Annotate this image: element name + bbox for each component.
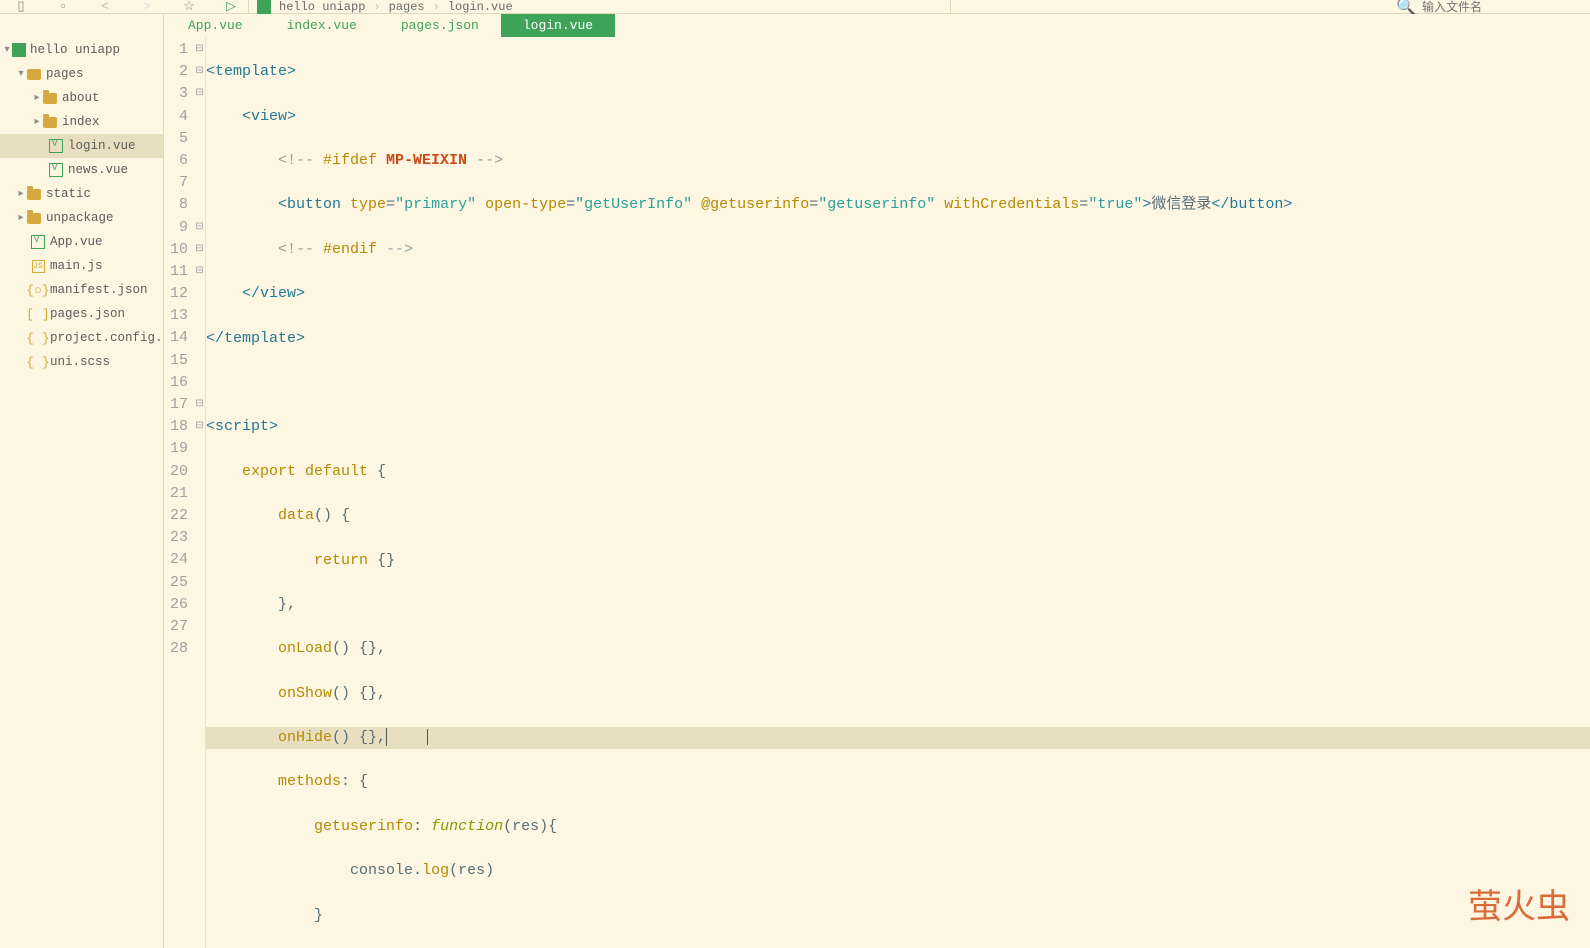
tree-file-login[interactable]: login.vue bbox=[0, 134, 163, 158]
tree-label: manifest.json bbox=[50, 283, 148, 297]
js-icon: JS bbox=[30, 258, 46, 274]
scss-icon: { } bbox=[30, 354, 46, 370]
tree-file-manifest[interactable]: {○} manifest.json bbox=[0, 278, 163, 302]
toolbar-icons: ▯ ▫ < > ☆ ▷ bbox=[8, 0, 240, 14]
folder-icon bbox=[26, 210, 42, 226]
tree-file-projectconfig[interactable]: { } project.config.json bbox=[0, 326, 163, 350]
tree-folder-static[interactable]: ▸ static bbox=[0, 182, 163, 206]
tree-label: project.config.json bbox=[50, 331, 164, 345]
search-input[interactable] bbox=[1422, 0, 1582, 14]
tree-root[interactable]: ▾ hello uniapp bbox=[0, 38, 163, 62]
chevron-right-icon: ▸ bbox=[16, 212, 26, 224]
chevron-down-icon: ▾ bbox=[2, 44, 12, 56]
tree-file-news[interactable]: news.vue bbox=[0, 158, 163, 182]
project-icon bbox=[12, 43, 26, 57]
tree-file-mainjs[interactable]: JS main.js bbox=[0, 254, 163, 278]
code-content[interactable]: <template> <view> <!-- #ifdef MP-WEIXIN … bbox=[206, 37, 1590, 948]
tab-indexvue[interactable]: index.vue bbox=[265, 14, 379, 37]
breadcrumb-item[interactable]: hello uniapp bbox=[279, 0, 365, 14]
tree-folder-pages[interactable]: ▾ pages bbox=[0, 62, 163, 86]
tabs: App.vue index.vue pages.json login.vue bbox=[164, 14, 1590, 37]
tab-loginvue[interactable]: login.vue bbox=[501, 14, 615, 37]
vue-icon bbox=[48, 162, 64, 178]
editor-area: App.vue index.vue pages.json login.vue 1… bbox=[164, 14, 1590, 948]
folder-icon bbox=[42, 90, 58, 106]
tree-file-pagesjson[interactable]: [ ] pages.json bbox=[0, 302, 163, 326]
tree-label: unpackage bbox=[46, 211, 114, 225]
tree-label: pages.json bbox=[50, 307, 125, 321]
tree-label: static bbox=[46, 187, 91, 201]
sidebar: ▾ hello uniapp ▾ pages ▸ about ▸ index l… bbox=[0, 14, 164, 948]
tab-appvue[interactable]: App.vue bbox=[166, 14, 265, 37]
tree-label: App.vue bbox=[50, 235, 103, 249]
watermark: 萤火虫 bbox=[1468, 879, 1570, 928]
breadcrumb[interactable]: hello uniapp › pages › login.vue bbox=[257, 0, 513, 14]
vue-icon bbox=[30, 234, 46, 250]
folder-icon bbox=[26, 66, 42, 82]
chevron-down-icon: ▾ bbox=[16, 68, 26, 80]
chevron-right-icon: ▸ bbox=[32, 92, 42, 104]
forward-icon[interactable]: > bbox=[138, 0, 156, 14]
secondary-cursor bbox=[427, 729, 428, 745]
back-icon[interactable]: < bbox=[96, 0, 114, 14]
tree-label: login.vue bbox=[68, 139, 136, 153]
tree-label: news.vue bbox=[68, 163, 128, 177]
breadcrumb-sep: › bbox=[433, 0, 440, 14]
tab-pagesjson[interactable]: pages.json bbox=[379, 14, 501, 37]
breadcrumb-item[interactable]: login.vue bbox=[448, 0, 513, 14]
tree-label: index bbox=[62, 115, 100, 129]
chevron-right-icon: ▸ bbox=[32, 116, 42, 128]
fold-column: ⊟⊟⊟⊟⊟⊟⊟⊟ bbox=[194, 37, 206, 948]
tree-file-appvue[interactable]: App.vue bbox=[0, 230, 163, 254]
chevron-right-icon: ▸ bbox=[16, 188, 26, 200]
save-icon[interactable]: ▫ bbox=[54, 0, 72, 14]
json-icon: { } bbox=[30, 330, 46, 346]
tree-label: main.js bbox=[50, 259, 103, 273]
line-number-gutter: 1234567891011121314151617181920212223242… bbox=[164, 37, 194, 948]
json-icon: [ ] bbox=[30, 306, 46, 322]
code-editor[interactable]: 1234567891011121314151617181920212223242… bbox=[164, 37, 1590, 948]
json-icon: {○} bbox=[30, 282, 46, 298]
star-icon[interactable]: ☆ bbox=[180, 0, 198, 14]
breadcrumb-item[interactable]: pages bbox=[389, 0, 425, 14]
run-icon[interactable]: ▷ bbox=[222, 0, 240, 14]
tree-folder-unpackage[interactable]: ▸ unpackage bbox=[0, 206, 163, 230]
tree-folder-index[interactable]: ▸ index bbox=[0, 110, 163, 134]
breadcrumb-sep: › bbox=[373, 0, 380, 14]
project-icon bbox=[257, 0, 271, 14]
text-cursor bbox=[386, 728, 387, 746]
toolbar: ▯ ▫ < > ☆ ▷ hello uniapp › pages › login… bbox=[0, 0, 1590, 14]
tree-label: pages bbox=[46, 67, 84, 81]
tree-label: uni.scss bbox=[50, 355, 110, 369]
new-icon[interactable]: ▯ bbox=[12, 0, 30, 14]
tree-file-uniscss[interactable]: { } uni.scss bbox=[0, 350, 163, 374]
folder-icon bbox=[42, 114, 58, 130]
folder-icon bbox=[26, 186, 42, 202]
tree-folder-about[interactable]: ▸ about bbox=[0, 86, 163, 110]
tree-label: hello uniapp bbox=[30, 43, 120, 57]
tree-label: about bbox=[62, 91, 100, 105]
vue-icon bbox=[48, 138, 64, 154]
